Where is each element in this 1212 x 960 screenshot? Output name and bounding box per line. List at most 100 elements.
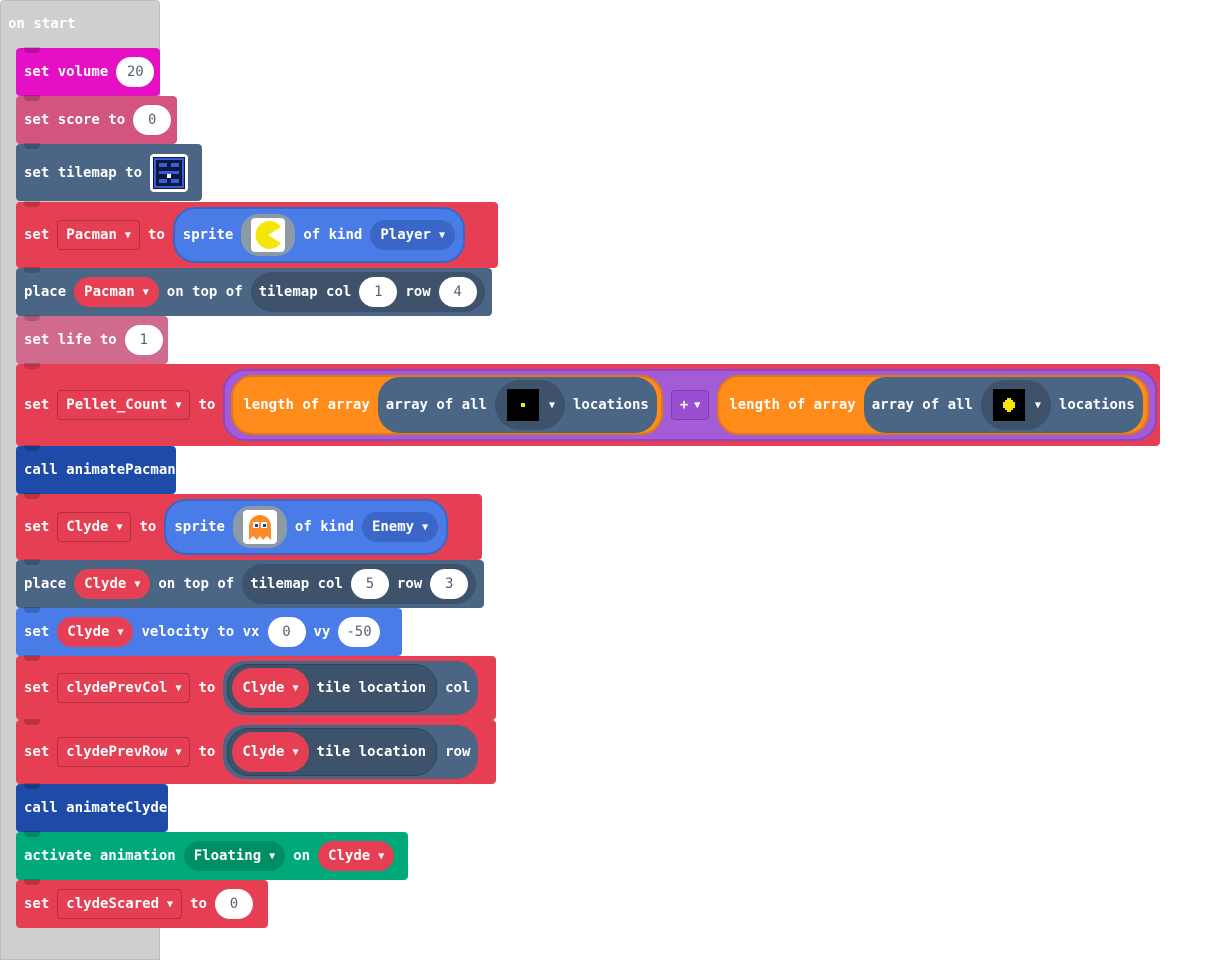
sprite-label: Pacman xyxy=(84,284,135,300)
set-tilemap-block[interactable]: set tilemap to xyxy=(16,143,202,201)
triangle-down-icon: ▼ xyxy=(175,746,182,758)
tilemap-location-reporter[interactable]: tilemap col 1 row 4 xyxy=(250,272,485,312)
tilemap-col-label: tilemap col xyxy=(250,576,343,592)
tilemap-col-label: tilemap col xyxy=(258,284,352,300)
set-clyde-prev-col-block[interactable]: set clydePrevCol ▼ to Clyde ▼ tile locat… xyxy=(16,655,496,720)
locations-label: locations xyxy=(572,397,649,413)
row-input[interactable]: 3 xyxy=(430,569,469,599)
set-pellet-count-block[interactable]: set Pellet_Count ▼ to length of array ar… xyxy=(16,363,1160,446)
call-animate-pacman-block[interactable]: call animatePacman xyxy=(16,445,176,494)
clyde-sprite-dropdown[interactable]: Clyde ▼ xyxy=(57,617,134,647)
tile-location-col-reporter[interactable]: Clyde ▼ tile location col xyxy=(223,661,479,715)
set-tilemap-label: set tilemap to xyxy=(24,164,143,181)
place-clyde-block[interactable]: place Clyde ▼ on top of tilemap col 5 ro… xyxy=(16,559,484,608)
dropdown-label: clydePrevRow xyxy=(66,744,168,760)
set-score-block[interactable]: set score to 0 xyxy=(16,95,177,144)
to-keyword: to xyxy=(198,397,216,413)
clyde-scared-input[interactable]: 0 xyxy=(214,889,253,919)
triangle-down-icon: ▼ xyxy=(142,286,149,298)
tile-location-reporter[interactable]: Clyde ▼ tile location xyxy=(227,728,438,776)
set-keyword: set xyxy=(24,397,50,413)
set-keyword: set xyxy=(24,624,50,640)
array-of-all-locations-reporter-left[interactable]: array of all ▼ locations xyxy=(377,377,657,433)
dropdown-label: clydeScared xyxy=(66,896,160,912)
clyde-prev-col-variable-dropdown[interactable]: clydePrevCol ▼ xyxy=(57,673,191,703)
triangle-down-icon: ▼ xyxy=(175,682,182,694)
locations-label: locations xyxy=(1058,397,1135,413)
power-pellet-tile-image xyxy=(992,389,1025,421)
tile-location-reporter[interactable]: Clyde ▼ tile location xyxy=(227,664,438,712)
set-clyde-sprite-block[interactable]: set Clyde ▼ to sprite of kind Enemy ▼ xyxy=(16,493,482,560)
animation-dropdown[interactable]: Floating ▼ xyxy=(183,841,286,871)
clyde-variable-dropdown[interactable]: Clyde ▼ xyxy=(57,512,132,542)
array-of-all-locations-reporter-right[interactable]: array of all ▼ locations xyxy=(863,377,1143,433)
triangle-down-icon: ▼ xyxy=(134,578,141,590)
vy-label: vy xyxy=(313,624,331,640)
clyde-sprite-dropdown[interactable]: Clyde ▼ xyxy=(232,732,309,772)
operator-dropdown[interactable]: + ▼ xyxy=(670,390,710,420)
triangle-down-icon: ▼ xyxy=(1034,399,1041,411)
vx-input[interactable]: 0 xyxy=(267,617,306,647)
set-life-block[interactable]: set life to 1 xyxy=(16,315,168,364)
clyde-prev-row-variable-dropdown[interactable]: clydePrevRow ▼ xyxy=(57,737,191,767)
set-pacman-sprite-block[interactable]: set Pacman ▼ to sprite of kind Player ▼ xyxy=(16,201,498,268)
power-pellet-tile-dropdown[interactable]: ▼ xyxy=(980,380,1051,430)
to-keyword: to xyxy=(198,680,216,696)
col-field-label: col xyxy=(445,680,471,696)
velocity-to-vx-label: velocity to vx xyxy=(141,624,260,640)
clyde-sprite-dropdown[interactable]: Clyde ▼ xyxy=(232,668,309,708)
sprite-keyword: sprite xyxy=(174,519,225,535)
tile-location-row-reporter[interactable]: Clyde ▼ tile location row xyxy=(223,725,479,779)
triangle-down-icon: ▼ xyxy=(116,521,123,533)
sprite-of-kind-reporter[interactable]: sprite of kind Enemy ▼ xyxy=(164,499,449,555)
call-animate-clyde-block[interactable]: call animateClyde xyxy=(16,783,168,832)
kind-dropdown[interactable]: Enemy ▼ xyxy=(361,512,439,542)
sprite-label: Clyde xyxy=(84,576,127,592)
pacman-sprite-dropdown[interactable]: Pacman ▼ xyxy=(74,277,159,307)
clyde-sprite-dropdown[interactable]: Clyde ▼ xyxy=(74,569,151,599)
to-keyword: to xyxy=(139,519,157,535)
triangle-down-icon: ▼ xyxy=(124,229,131,241)
tile-location-label: tile location xyxy=(316,744,427,760)
set-volume-block[interactable]: set volume 20 xyxy=(16,47,160,96)
dropdown-label: Pacman xyxy=(66,227,117,243)
volume-input[interactable]: 20 xyxy=(116,57,155,87)
triangle-down-icon: ▼ xyxy=(378,850,385,862)
activate-animation-block[interactable]: activate animation Floating ▼ on Clyde ▼ xyxy=(16,831,408,880)
pacman-image-slot[interactable] xyxy=(241,214,296,256)
row-input[interactable]: 4 xyxy=(438,277,477,307)
on-start-label: on start xyxy=(8,16,76,32)
clyde-image-slot[interactable] xyxy=(232,506,287,548)
to-keyword: to xyxy=(198,744,216,760)
kind-dropdown[interactable]: Player ▼ xyxy=(370,220,455,250)
place-pacman-block[interactable]: place Pacman ▼ on top of tilemap col 1 r… xyxy=(16,267,492,316)
col-input[interactable]: 1 xyxy=(359,277,398,307)
set-clyde-prev-row-block[interactable]: set clydePrevRow ▼ to Clyde ▼ tile locat… xyxy=(16,719,496,784)
life-input[interactable]: 1 xyxy=(124,325,163,355)
col-input[interactable]: 5 xyxy=(350,569,389,599)
length-of-array-reporter-left[interactable]: length of array array of all ▼ locations xyxy=(231,375,663,435)
triangle-down-icon: ▼ xyxy=(548,399,555,411)
set-clyde-scared-block[interactable]: set clydeScared ▼ to 0 xyxy=(16,879,268,928)
kind-label: Enemy xyxy=(371,519,415,535)
tilemap-location-reporter[interactable]: tilemap col 5 row 3 xyxy=(242,564,477,604)
set-keyword: set xyxy=(24,744,50,760)
tilemap-thumbnail[interactable] xyxy=(150,153,189,192)
clyde-scared-variable-dropdown[interactable]: clydeScared ▼ xyxy=(57,889,183,919)
score-input[interactable]: 0 xyxy=(133,105,172,135)
addition-reporter[interactable]: length of array array of all ▼ locations… xyxy=(223,369,1157,441)
sprite-of-kind-reporter[interactable]: sprite of kind Player ▼ xyxy=(172,207,465,263)
pacman-variable-dropdown[interactable]: Pacman ▼ xyxy=(57,220,140,250)
on-top-of-keyword: on top of xyxy=(166,284,243,300)
on-keyword: on xyxy=(293,848,311,864)
triangle-down-icon: ▼ xyxy=(175,399,182,411)
set-clyde-velocity-block[interactable]: set Clyde ▼ velocity to vx 0 vy -50 xyxy=(16,607,402,656)
vy-input[interactable]: -50 xyxy=(338,617,380,647)
triangle-down-icon: ▼ xyxy=(292,682,299,694)
length-of-array-reporter-right[interactable]: length of array array of all ▼ locations xyxy=(717,375,1149,435)
sprite-keyword: sprite xyxy=(182,227,234,243)
small-pellet-tile-dropdown[interactable]: ▼ xyxy=(494,380,565,430)
pellet-count-variable-dropdown[interactable]: Pellet_Count ▼ xyxy=(57,390,191,420)
clyde-sprite-dropdown[interactable]: Clyde ▼ xyxy=(318,841,395,871)
set-keyword: set xyxy=(24,896,50,912)
